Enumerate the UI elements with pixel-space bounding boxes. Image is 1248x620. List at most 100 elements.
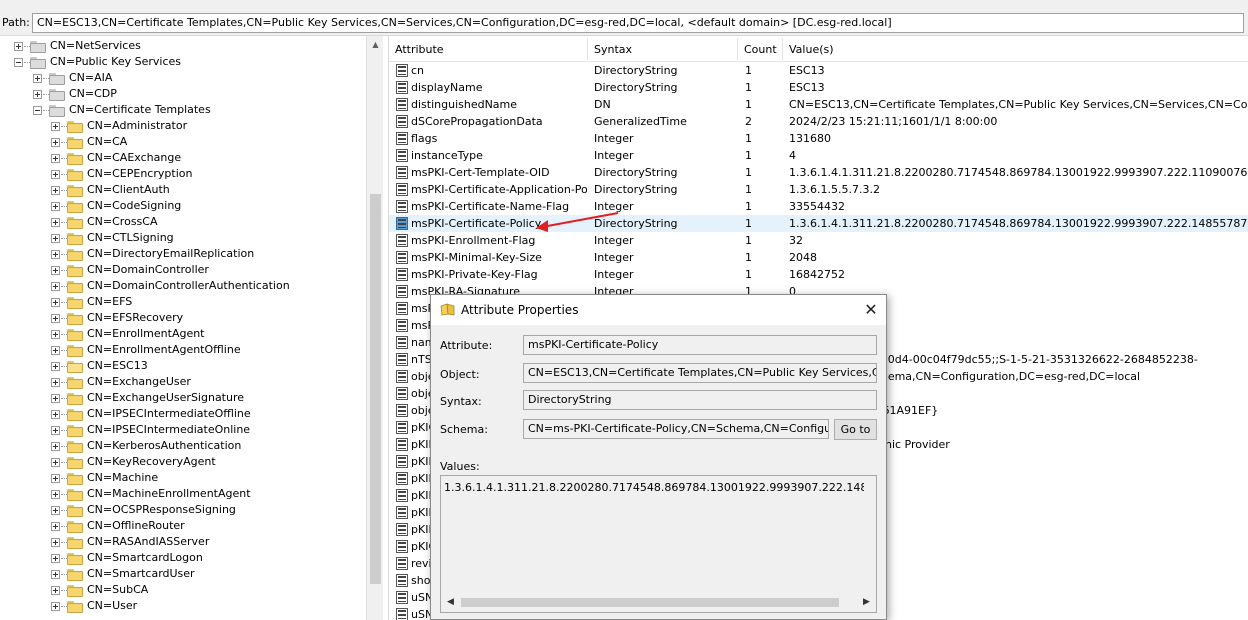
list-row[interactable]: dSCorePropagationData GeneralizedTime 2 202… xyxy=(389,113,1248,130)
tree-item[interactable]: CN=ESC13 xyxy=(0,358,366,374)
tree-item[interactable]: CN=DomainController xyxy=(0,262,366,278)
expand-plus-icon[interactable] xyxy=(51,346,60,355)
list-row[interactable]: msPKI-Certificate-Application-Policy Dire… xyxy=(389,181,1248,198)
expand-plus-icon[interactable] xyxy=(51,314,60,323)
values-horizontal-scrollbar[interactable]: ◀ ▶ xyxy=(442,594,875,611)
expand-plus-icon[interactable] xyxy=(51,490,60,499)
expand-plus-icon[interactable] xyxy=(51,186,60,195)
tree-item[interactable]: CN=MachineEnrollmentAgent xyxy=(0,486,366,502)
tree-item[interactable]: CN=EnrollmentAgent xyxy=(0,326,366,342)
list-row[interactable]: displayName DirectoryString 1 ESC13 xyxy=(389,79,1248,96)
list-row[interactable]: msPKI-Certificate-Name-Flag Integer 1 33554… xyxy=(389,198,1248,215)
expand-plus-icon[interactable] xyxy=(51,458,60,467)
list-row[interactable]: cn DirectoryString 1 ESC13 xyxy=(389,62,1248,79)
tree-item[interactable]: CN=CAExchange xyxy=(0,150,366,166)
expand-plus-icon[interactable] xyxy=(51,586,60,595)
expand-plus-icon[interactable] xyxy=(51,250,60,259)
expand-plus-icon[interactable] xyxy=(51,170,60,179)
tree-item[interactable]: CN=SubCA xyxy=(0,582,366,598)
expand-plus-icon[interactable] xyxy=(51,522,60,531)
expand-plus-icon[interactable] xyxy=(14,42,23,51)
tree-item[interactable]: CN=EFS xyxy=(0,294,366,310)
syntax-field[interactable]: DirectoryString xyxy=(523,390,877,410)
scroll-up-arrow-icon[interactable]: ▲ xyxy=(367,38,384,52)
tree-item[interactable]: CN=NetServices xyxy=(0,38,366,54)
expand-plus-icon[interactable] xyxy=(51,138,60,147)
tree-item[interactable]: CN=EFSRecovery xyxy=(0,310,366,326)
collapse-minus-icon[interactable] xyxy=(14,58,23,67)
expand-plus-icon[interactable] xyxy=(51,202,60,211)
column-attribute[interactable]: Attribute xyxy=(395,43,444,56)
tree-item[interactable]: CN=CDP xyxy=(0,86,366,102)
tree-item[interactable]: CN=SmartcardUser xyxy=(0,566,366,582)
tree-item[interactable]: CN=User xyxy=(0,598,366,614)
expand-plus-icon[interactable] xyxy=(51,218,60,227)
expand-plus-icon[interactable] xyxy=(51,378,60,387)
attribute-field[interactable]: msPKI-Certificate-Policy xyxy=(523,335,877,355)
tree-item[interactable]: CN=Certificate Templates xyxy=(0,102,366,118)
schema-field[interactable]: CN=ms-PKI-Certificate-Policy,CN=Schema,C… xyxy=(523,419,829,439)
expand-plus-icon[interactable] xyxy=(51,394,60,403)
column-divider[interactable] xyxy=(782,38,783,60)
expand-plus-icon[interactable] xyxy=(51,330,60,339)
tree-item[interactable]: CN=AIA xyxy=(0,70,366,86)
expand-plus-icon[interactable] xyxy=(51,570,60,579)
list-row[interactable]: flags Integer 1 131680 xyxy=(389,130,1248,147)
tree-item[interactable]: CN=CrossCA xyxy=(0,214,366,230)
column-divider[interactable] xyxy=(587,38,588,60)
tree-item[interactable]: CN=IPSECIntermediateOnline xyxy=(0,422,366,438)
column-values[interactable]: Value(s) xyxy=(789,43,834,56)
tree-item[interactable]: CN=CA xyxy=(0,134,366,150)
values-scroll-thumb[interactable] xyxy=(461,598,839,607)
tree-item[interactable]: CN=CodeSigning xyxy=(0,198,366,214)
tree-item[interactable]: CN=KerberosAuthentication xyxy=(0,438,366,454)
tree-scrollbar[interactable]: ▲ xyxy=(366,36,383,620)
dialog-title-bar[interactable]: Attribute Properties ✕ xyxy=(431,295,886,325)
goto-button[interactable]: Go to xyxy=(834,419,877,440)
path-field[interactable]: CN=ESC13,CN=Certificate Templates,CN=Pub… xyxy=(32,13,1244,33)
expand-plus-icon[interactable] xyxy=(51,154,60,163)
expand-plus-icon[interactable] xyxy=(51,410,60,419)
tree-item[interactable]: CN=KeyRecoveryAgent xyxy=(0,454,366,470)
tree-view[interactable]: CN=NetServices CN=Public Key Services CN=A… xyxy=(0,36,366,620)
list-row[interactable]: msPKI-Minimal-Key-Size Integer 1 2048 xyxy=(389,249,1248,266)
tree-item[interactable]: CN=SmartcardLogon xyxy=(0,550,366,566)
values-box[interactable]: 1.3.6.1.4.1.311.21.8.2200280.7174548.869… xyxy=(440,475,877,613)
column-count[interactable]: Count xyxy=(744,43,777,56)
tree-item[interactable]: CN=RASAndIASServer xyxy=(0,534,366,550)
tree-item[interactable]: CN=ClientAuth xyxy=(0,182,366,198)
expand-plus-icon[interactable] xyxy=(51,234,60,243)
scroll-left-arrow-icon[interactable]: ◀ xyxy=(442,594,459,611)
list-row[interactable]: msPKI-Cert-Template-OID DirectoryString 1 1… xyxy=(389,164,1248,181)
expand-plus-icon[interactable] xyxy=(51,122,60,131)
column-divider[interactable] xyxy=(737,38,738,60)
tree-item[interactable]: CN=OCSPResponseSigning xyxy=(0,502,366,518)
expand-plus-icon[interactable] xyxy=(51,362,60,371)
expand-plus-icon[interactable] xyxy=(51,602,60,611)
tree-item[interactable]: CN=DirectoryEmailReplication xyxy=(0,246,366,262)
expand-plus-icon[interactable] xyxy=(51,506,60,515)
expand-plus-icon[interactable] xyxy=(51,554,60,563)
tree-item[interactable]: CN=IPSECIntermediateOffline xyxy=(0,406,366,422)
column-syntax[interactable]: Syntax xyxy=(594,43,632,56)
object-field[interactable]: CN=ESC13,CN=Certificate Templates,CN=Pub… xyxy=(523,363,877,383)
tree-item[interactable]: CN=Public Key Services xyxy=(0,54,366,70)
expand-plus-icon[interactable] xyxy=(51,282,60,291)
tree-item[interactable]: CN=Administrator xyxy=(0,118,366,134)
tree-scroll-thumb[interactable] xyxy=(370,194,381,584)
tree-item[interactable]: CN=CEPEncryption xyxy=(0,166,366,182)
expand-plus-icon[interactable] xyxy=(33,74,42,83)
list-row[interactable]: msPKI-Private-Key-Flag Integer 1 16842752 xyxy=(389,266,1248,283)
list-row[interactable]: instanceType Integer 1 4 xyxy=(389,147,1248,164)
expand-plus-icon[interactable] xyxy=(51,538,60,547)
tree-item[interactable]: CN=OfflineRouter xyxy=(0,518,366,534)
tree-item[interactable]: CN=Machine xyxy=(0,470,366,486)
tree-item[interactable]: CN=ExchangeUserSignature xyxy=(0,390,366,406)
tree-item[interactable]: CN=EnrollmentAgentOffline xyxy=(0,342,366,358)
scroll-right-arrow-icon[interactable]: ▶ xyxy=(858,594,875,611)
expand-plus-icon[interactable] xyxy=(51,426,60,435)
tree-item[interactable]: CN=ExchangeUser xyxy=(0,374,366,390)
expand-plus-icon[interactable] xyxy=(51,474,60,483)
expand-plus-icon[interactable] xyxy=(33,90,42,99)
values-text[interactable]: 1.3.6.1.4.1.311.21.8.2200280.7174548.869… xyxy=(444,481,864,494)
